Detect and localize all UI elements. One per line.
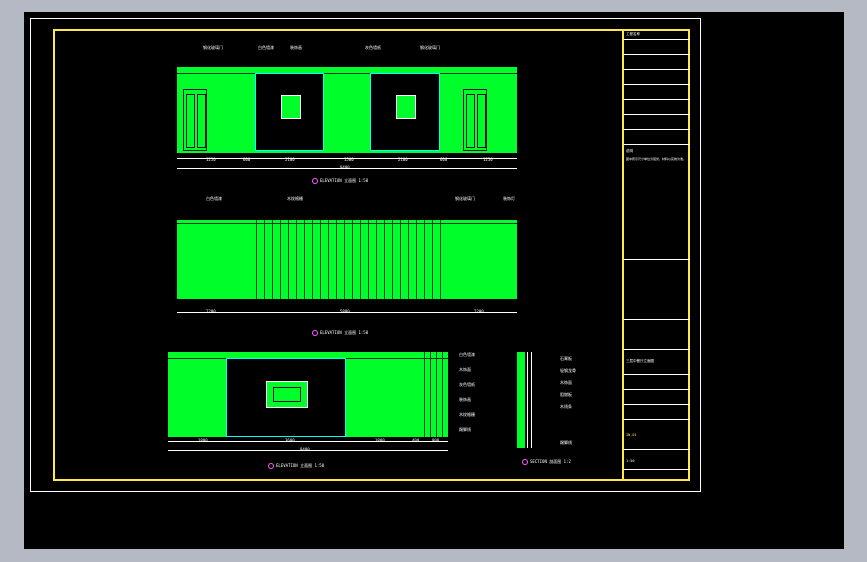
elevation-a-dim-5: 2100 — [398, 157, 408, 162]
section-callout-2: 轻钢龙骨 — [560, 368, 576, 373]
elevation-c-callout-2: 木饰面 — [459, 367, 471, 372]
section-callout-1: 石膏板 — [560, 356, 572, 361]
elevation-a-panel-left — [255, 73, 324, 151]
elevation-b-grille — [250, 220, 444, 299]
picture-frame-icon — [266, 381, 308, 408]
elevation-b-callout-1: 白色墙漆 — [206, 196, 222, 201]
elevation-b-wall-right — [444, 220, 517, 299]
elevation-c-dim-2: 3600 — [285, 438, 295, 443]
elevation-c-caption: ELEVATION 立面图 1:50 — [268, 463, 324, 469]
section-callout-4: 阻燃板 — [560, 392, 572, 397]
drawing-scale: 1:50 — [626, 459, 635, 463]
elevation-a-total: 9400 — [340, 165, 350, 170]
elevation-a-panel-right — [370, 73, 440, 151]
elevation-a — [177, 67, 517, 153]
elevation-c-callout-5: 木纹格栅 — [459, 412, 475, 417]
picture-frame-icon — [281, 95, 301, 119]
elevation-a-callout-2: 白色墙漆 — [258, 45, 274, 50]
elevation-b-dim-1: 2200 — [206, 309, 216, 314]
elevation-a-door-right — [463, 89, 487, 151]
section-detail — [513, 352, 533, 448]
notes-text: 图中所示尺寸单位为毫米，材料以实物为准。 — [626, 157, 687, 161]
elevation-c-callout-1: 白色墙漆 — [459, 352, 475, 357]
elevation-c — [168, 352, 448, 437]
section-marker-icon — [522, 459, 528, 465]
drawing-name: 三层中餐厅立面图 — [626, 359, 654, 363]
elevation-c-dim-1: 1800 — [198, 438, 208, 443]
elevation-c-callout-3: 灰色墙纸 — [459, 382, 475, 387]
elevation-a-caption: ELEVATION 立面图 1:50 — [312, 178, 368, 184]
elevation-a-dim-2: 600 — [243, 157, 251, 162]
section-caption: SECTION 剖面图 1:2 — [522, 459, 571, 465]
elevation-a-dim-6: 600 — [440, 157, 448, 162]
elevation-c-callout-6: 踢脚线 — [459, 427, 471, 432]
notes-header: 说明 — [626, 149, 633, 153]
picture-frame-icon — [396, 95, 416, 119]
elevation-c-panel — [226, 358, 346, 437]
section-wall — [517, 352, 525, 448]
elevation-b-callout-3: 钢化玻璃门 — [455, 196, 475, 201]
elevation-b-callout-4: 装饰灯 — [503, 196, 515, 201]
title-block: 工程名称 说明 图中所示尺寸单位为毫米，材料以实物为准。 三层中餐厅立面图 IN… — [622, 29, 690, 481]
elevation-a-callout-3: 装饰画 — [290, 45, 302, 50]
section-callout-5: 木线条 — [560, 404, 572, 409]
elevation-c-callout-4: 装饰画 — [459, 397, 471, 402]
elevation-a-callout-1: 钢化玻璃门 — [203, 45, 223, 50]
section-marker-icon — [312, 330, 318, 336]
elevation-a-dim-4: 1500 — [344, 157, 354, 162]
section-marker-icon — [312, 178, 318, 184]
section-callout-3: 木饰面 — [560, 380, 572, 385]
elevation-b — [177, 220, 517, 299]
elevation-b-caption: ELEVATION 立面图 1:50 — [312, 330, 368, 336]
elevation-a-callout-5: 钢化玻璃门 — [420, 45, 440, 50]
elevation-c-dim-3: 1800 — [375, 438, 385, 443]
elevation-b-callout-2: 木纹格栅 — [287, 196, 303, 201]
elevation-a-door-left — [183, 89, 207, 151]
section-callout-6: 踢脚线 — [560, 440, 572, 445]
elevation-b-dim-3: 2200 — [474, 309, 484, 314]
elevation-a-dim-1: 1250 — [206, 157, 216, 162]
section-marker-icon — [268, 463, 274, 469]
elevation-a-dim-3: 2100 — [285, 157, 295, 162]
elevation-c-dim-4: 400 — [412, 438, 420, 443]
elevation-c-total: 8400 — [300, 447, 310, 452]
title-block-project-label: 工程名称 — [626, 32, 640, 36]
elevation-c-dim-5: 800 — [432, 438, 440, 443]
elevation-b-wall-left — [177, 220, 250, 299]
elevation-a-dim-7: 1250 — [483, 157, 493, 162]
drawing-number: IN-01 — [626, 433, 637, 437]
elevation-a-callout-4: 灰色墙纸 — [365, 45, 381, 50]
elevation-b-dim-2: 5800 — [340, 309, 350, 314]
